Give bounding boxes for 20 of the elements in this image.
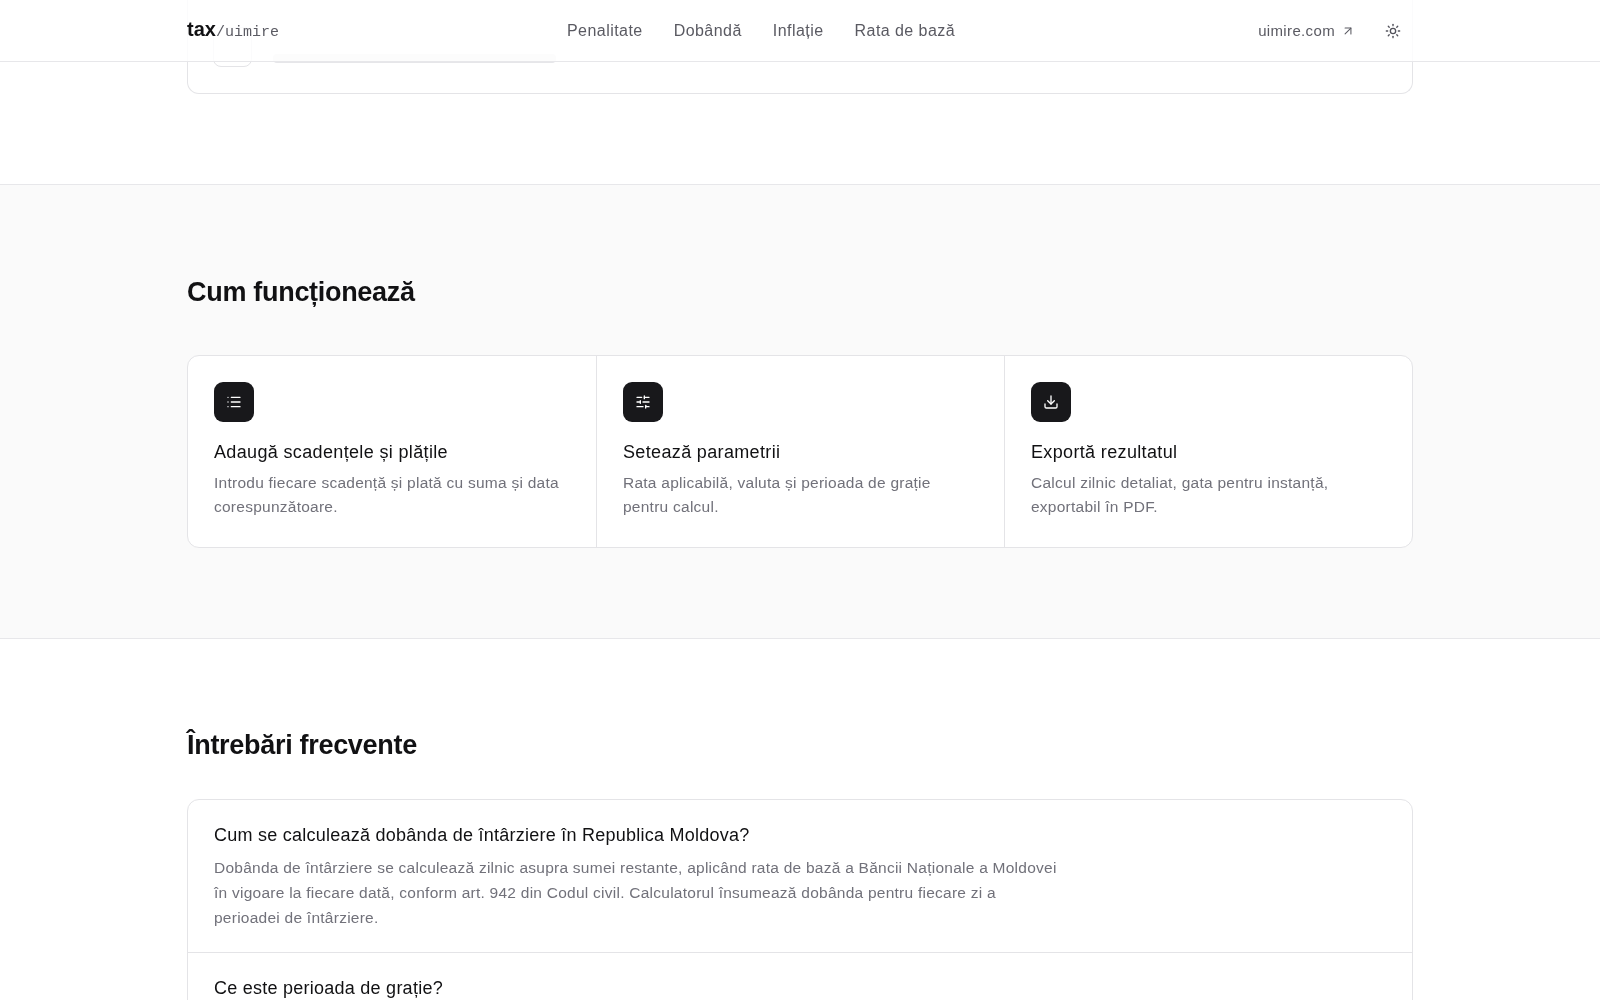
step-description: Calcul zilnic detaliat, gata pentru instanță, exportabil în PDF. xyxy=(1031,473,1330,517)
external-link[interactable]: uimire.com xyxy=(1258,20,1355,41)
nav-link[interactable]: Inflație xyxy=(772,19,824,42)
step-title: Adaugă scadențele și plățile xyxy=(214,441,449,464)
faq-answer: Dobânda de întârziere se calculează zilnic asupra sumei restante, aplicând rata de bază a Băncii Naționale a Moldovei în vigoare la fiecare dată, conform art. 942 din Codul civil. Calculatorul însumează dobânda pentru fiecare zi a perioadei de întârziere. xyxy=(214,858,1058,928)
list-icon xyxy=(214,382,254,422)
step-title: Exportă rezultatul xyxy=(1031,441,1179,464)
nav-link[interactable]: Penalitate xyxy=(567,19,643,42)
nav-link[interactable]: Rata de bază xyxy=(854,19,956,42)
section-title: Cum funcționează xyxy=(187,276,417,308)
step-title: Setează parametrii xyxy=(623,441,782,464)
faq-question[interactable]: Ce este perioada de grație? xyxy=(214,976,1386,1000)
step-description: Rata aplicabilă, valuta și perioada de grație pentru calcul. xyxy=(623,473,932,517)
step-description: Introdu fiecare scadență și plată cu suma și data corespunzătoare. xyxy=(214,473,560,517)
faq-question[interactable]: Cum se calculează dobânda de întârziere în Republica Moldova? xyxy=(214,823,1386,847)
nav-link[interactable]: Dobândă xyxy=(673,19,742,42)
download-icon xyxy=(1031,382,1071,422)
section-title: Întrebări frecvente xyxy=(187,729,418,761)
sun-icon[interactable] xyxy=(1385,22,1401,39)
sliders-icon xyxy=(623,382,663,422)
